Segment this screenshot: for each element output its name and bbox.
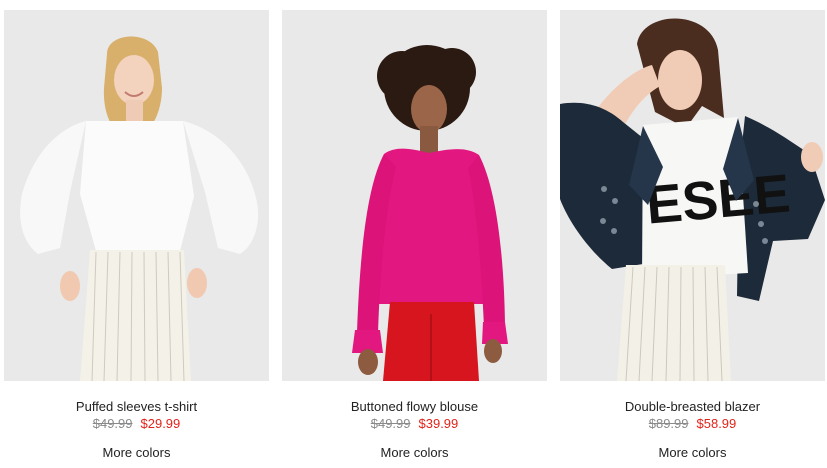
original-price: $89.99 bbox=[648, 416, 689, 431]
product-image[interactable]: ESEE bbox=[560, 10, 825, 381]
price-row: $49.99 $29.99 bbox=[4, 416, 269, 432]
product-image[interactable] bbox=[282, 10, 547, 381]
product-photo-puffed-sleeves-tshirt bbox=[4, 10, 269, 381]
product-name[interactable]: Buttoned flowy blouse bbox=[282, 399, 547, 414]
product-grid: Puffed sleeves t-shirt $49.99 $29.99 More… bbox=[0, 0, 827, 468]
product-name[interactable]: Puffed sleeves t-shirt bbox=[4, 399, 269, 414]
product-image[interactable] bbox=[4, 10, 269, 381]
product-photo-buttoned-flowy-blouse bbox=[282, 10, 547, 381]
more-colors-link[interactable]: More colors bbox=[560, 445, 825, 460]
original-price: $49.99 bbox=[92, 416, 133, 431]
sale-price: $39.99 bbox=[418, 416, 459, 431]
original-price: $49.99 bbox=[370, 416, 411, 431]
sale-price: $58.99 bbox=[696, 416, 737, 431]
product-card: Puffed sleeves t-shirt $49.99 $29.99 More… bbox=[4, 0, 269, 468]
more-colors-link[interactable]: More colors bbox=[282, 445, 547, 460]
sale-price: $29.99 bbox=[140, 416, 181, 431]
product-name[interactable]: Double-breasted blazer bbox=[560, 399, 825, 414]
price-row: $89.99 $58.99 bbox=[560, 416, 825, 432]
price-row: $49.99 $39.99 bbox=[282, 416, 547, 432]
product-card: Buttoned flowy blouse $49.99 $39.99 More … bbox=[282, 0, 547, 468]
tshirt-print-text: ESEE bbox=[644, 163, 793, 235]
product-card: ESEE Double-breasted blazer $89.99 $58.9… bbox=[560, 0, 825, 468]
product-photo-double-breasted-blazer: ESEE bbox=[560, 10, 825, 381]
more-colors-link[interactable]: More colors bbox=[4, 445, 269, 460]
